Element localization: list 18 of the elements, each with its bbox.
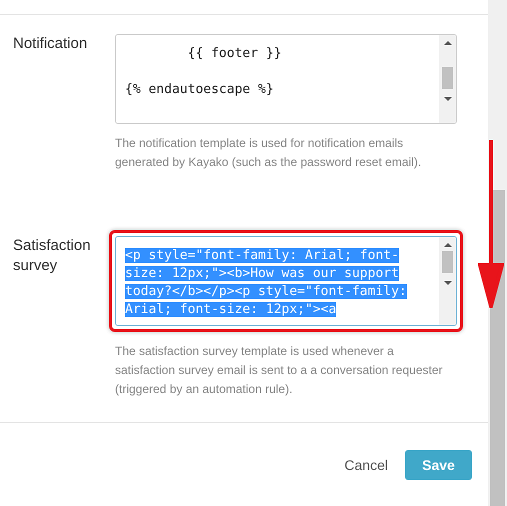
- section-label: Notification: [13, 34, 88, 54]
- code-line: {{ footer }}: [186, 46, 282, 61]
- scrollbar[interactable]: [439, 35, 456, 123]
- down-arrow-icon[interactable]: [444, 97, 452, 101]
- code-line: {% endautoescape %}: [125, 82, 274, 97]
- down-arrow-icon: [478, 140, 504, 308]
- scrollbar-thumb[interactable]: [442, 251, 453, 273]
- scrollbar-thumb[interactable]: [442, 67, 453, 89]
- page-scrollbar[interactable]: [488, 0, 507, 506]
- help-text: The satisfaction survey template is used whenever a satisfaction survey email is sent to a a conversation requester (triggered by an automation rule).: [115, 343, 444, 398]
- cancel-button[interactable]: Cancel: [344, 454, 388, 476]
- scrollbar[interactable]: [439, 237, 456, 325]
- down-arrow-icon[interactable]: [444, 281, 452, 285]
- up-arrow-icon[interactable]: [444, 41, 452, 45]
- section-label: Satisfaction survey: [13, 236, 92, 276]
- help-text: The notification template is used for notification emails generated by Kayako (such as the password reset email).: [115, 135, 422, 171]
- template-textarea[interactable]: {{ footer }} {% endautoescape %}: [115, 34, 457, 124]
- up-arrow-icon[interactable]: [444, 243, 452, 247]
